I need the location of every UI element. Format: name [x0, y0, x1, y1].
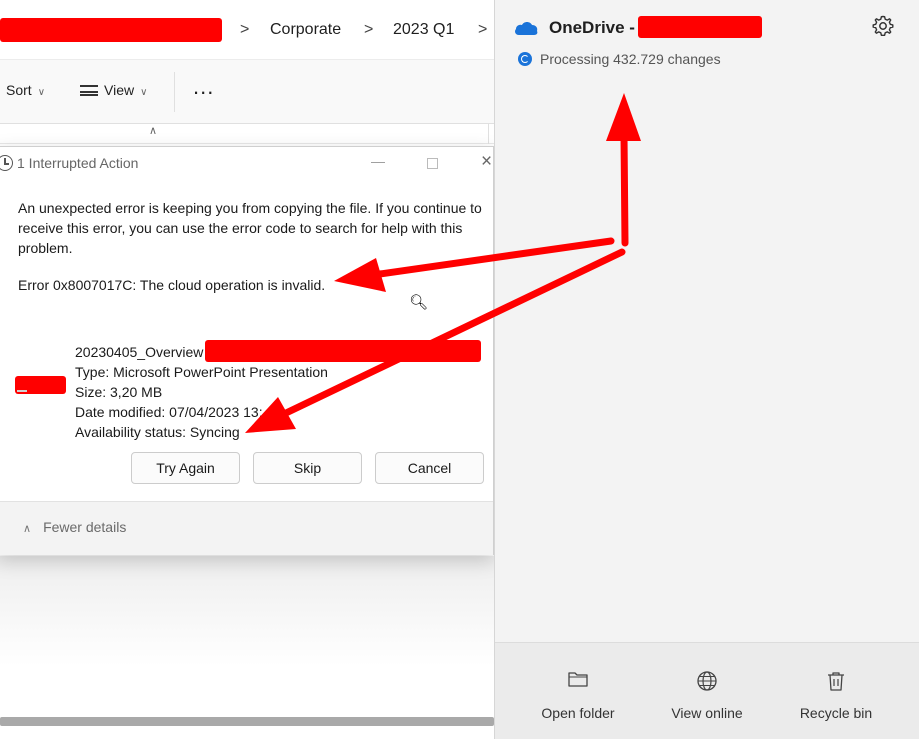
open-folder-label: Open folder: [541, 705, 615, 721]
chevron-up-icon: ∧: [23, 523, 32, 535]
recycle-bin-button[interactable]: Recycle bin: [771, 643, 901, 739]
breadcrumb-separator: >: [240, 21, 250, 38]
cancel-button[interactable]: Cancel: [375, 452, 484, 484]
error-code-text: Error 0x8007017C: The cloud operation is…: [18, 277, 326, 293]
onedrive-cloud-icon: [515, 22, 538, 35]
fewer-details-label: Fewer details: [43, 519, 127, 535]
fewer-details-toggle[interactable]: ∧ Fewer details: [23, 519, 126, 535]
redaction-mark: [205, 340, 481, 362]
folder-icon: [568, 672, 588, 687]
view-online-label: View online: [671, 705, 743, 721]
onedrive-footer: Open folder View online Recycle bin: [495, 642, 919, 739]
onedrive-title: OneDrive -: [549, 18, 635, 37]
open-folder-button[interactable]: Open folder: [513, 643, 643, 739]
error-message: An unexpected error is keeping you from …: [18, 200, 482, 256]
sort-label: Sort: [6, 82, 32, 98]
recycle-bin-label: Recycle bin: [799, 705, 873, 721]
chevron-down-icon: ∨: [37, 87, 46, 98]
file-type: Type: Microsoft PowerPoint Presentation: [75, 364, 328, 380]
toolbar-divider: [174, 72, 175, 112]
sort-button[interactable]: Sort ∨: [6, 82, 45, 98]
dialog-title: 1 Interrupted Action: [17, 155, 139, 171]
close-button[interactable]: ×: [481, 151, 492, 173]
gear-icon[interactable]: [871, 14, 895, 38]
file-date-modified: Date modified: 07/04/2023 13:: [75, 404, 263, 420]
zoom-in-icon: 🔍︎: [409, 294, 429, 311]
redaction-mark: [638, 16, 762, 38]
clock-icon: [0, 155, 13, 171]
file-size: Size: 3,20 MB: [75, 384, 163, 400]
view-label: View: [104, 82, 135, 98]
globe-icon: [697, 671, 717, 691]
onedrive-panel: OneDrive - Processing 432.729 changes Op…: [494, 0, 919, 739]
breadcrumb-separator: >: [478, 21, 488, 38]
interrupted-action-dialog: 1 Interrupted Action — × An unexpected e…: [0, 146, 494, 555]
dialog-footer: ∧ Fewer details: [0, 501, 493, 555]
chevron-down-icon: ∨: [140, 87, 148, 98]
breadcrumb: > Corporate > 2023 Q1 >: [0, 0, 494, 60]
sync-status: Processing 432.729 changes: [540, 51, 721, 67]
trash-icon: [828, 672, 844, 691]
breadcrumb-separator: >: [364, 21, 374, 38]
horizontal-scrollbar[interactable]: [0, 717, 494, 726]
explorer-toolbar: Sort ∨ View ∨ ...: [0, 60, 494, 124]
view-button[interactable]: View ∨: [80, 82, 147, 98]
column-header: ∧: [0, 124, 494, 144]
sort-caret-icon[interactable]: ∧: [149, 124, 157, 137]
try-again-button[interactable]: Try Again: [131, 452, 240, 484]
column-divider[interactable]: [488, 124, 489, 144]
view-online-button[interactable]: View online: [642, 643, 772, 739]
file-availability-status: Availability status: Syncing: [75, 424, 240, 440]
minimize-button[interactable]: —: [371, 153, 385, 169]
file-icon: [17, 390, 27, 392]
breadcrumb-item-2023-q1[interactable]: 2023 Q1: [393, 21, 454, 39]
redaction-mark: [0, 18, 222, 42]
file-explorer-window: > Corporate > 2023 Q1 > Sort ∨ View ∨ ... …: [0, 0, 494, 739]
list-view-icon: [80, 85, 98, 96]
breadcrumb-item-corporate[interactable]: Corporate: [270, 21, 341, 39]
file-list-area: [0, 556, 494, 739]
sync-icon: [518, 52, 532, 66]
more-options-button[interactable]: ...: [193, 74, 214, 100]
skip-button[interactable]: Skip: [253, 452, 362, 484]
maximize-button[interactable]: [427, 158, 438, 169]
